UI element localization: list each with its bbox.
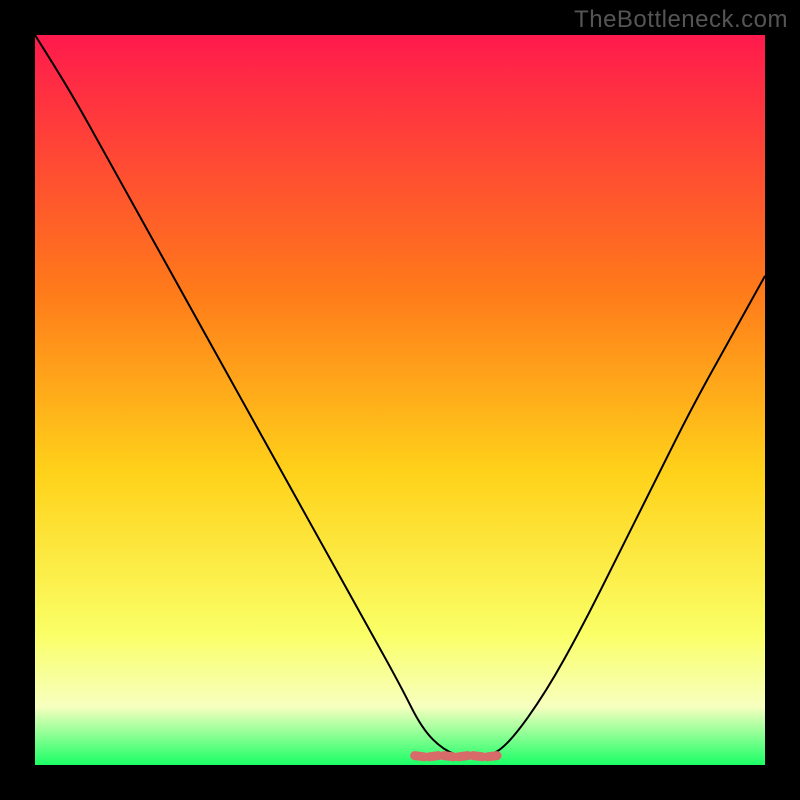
bottleneck-plot bbox=[35, 35, 765, 765]
chart-frame: TheBottleneck.com bbox=[0, 0, 800, 800]
valley-marker bbox=[415, 756, 497, 757]
plot-background bbox=[35, 35, 765, 765]
watermark-text: TheBottleneck.com bbox=[574, 6, 788, 34]
